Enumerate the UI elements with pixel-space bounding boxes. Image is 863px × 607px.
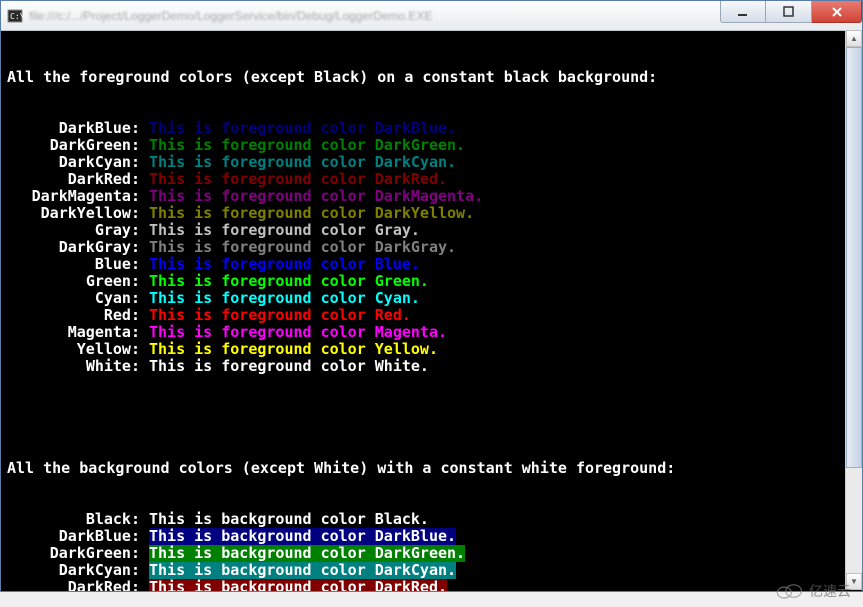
blank-line: [7, 409, 856, 426]
fg-label: Blue:: [7, 256, 140, 273]
fg-label: DarkRed:: [7, 171, 140, 188]
fg-text: This is foreground color DarkGray.: [149, 239, 456, 256]
window-controls: [720, 1, 862, 30]
fg-row-DarkRed: DarkRed: This is foreground color DarkRe…: [7, 171, 856, 188]
fg-row-Blue: Blue: This is foreground color Blue.: [7, 256, 856, 273]
bg-label: DarkCyan:: [7, 562, 140, 579]
bg-text: This is background color Black.: [149, 511, 429, 528]
scroll-track[interactable]: [846, 47, 862, 573]
fg-text: This is foreground color Gray.: [149, 222, 420, 239]
bg-label: DarkRed:: [7, 579, 140, 591]
vertical-scrollbar[interactable]: ▲ ▼: [845, 30, 862, 590]
bg-label: Black:: [7, 511, 140, 528]
fg-text: This is foreground color Blue.: [149, 256, 420, 273]
fg-label: DarkGray:: [7, 239, 140, 256]
bg-label: DarkGreen:: [7, 545, 140, 562]
fg-label: Red:: [7, 307, 140, 324]
fg-text: This is foreground color DarkGreen.: [149, 137, 465, 154]
fg-text: This is foreground color Green.: [149, 273, 429, 290]
fg-label: Magenta:: [7, 324, 140, 341]
bg-row-Black: Black: This is background color Black.: [7, 511, 856, 528]
fg-text: This is foreground color Magenta.: [149, 324, 447, 341]
titlebar: C:\ file:///c:/.../Project/LoggerDemo/Lo…: [1, 1, 862, 31]
console-output: All the foreground colors (except Black)…: [1, 31, 862, 591]
fg-text: This is foreground color DarkMagenta.: [149, 188, 483, 205]
fg-text: This is foreground color Yellow.: [149, 341, 438, 358]
fg-row-Yellow: Yellow: This is foreground color Yellow.: [7, 341, 856, 358]
fg-header: All the foreground colors (except Black)…: [7, 69, 856, 86]
fg-row-DarkBlue: DarkBlue: This is foreground color DarkB…: [7, 120, 856, 137]
bg-section: Black: This is background color Black.Da…: [7, 511, 856, 591]
app-icon: C:\: [7, 8, 23, 24]
bg-row-DarkGreen: DarkGreen: This is background color Dark…: [7, 545, 856, 562]
fg-label: Gray:: [7, 222, 140, 239]
fg-label: Green:: [7, 273, 140, 290]
fg-label: DarkYellow:: [7, 205, 140, 222]
bg-label: DarkBlue:: [7, 528, 140, 545]
bg-row-DarkRed: DarkRed: This is background color DarkRe…: [7, 579, 856, 591]
fg-text: This is foreground color White.: [149, 358, 429, 375]
maximize-button[interactable]: [766, 1, 812, 23]
fg-label: DarkBlue:: [7, 120, 140, 137]
fg-section: DarkBlue: This is foreground color DarkB…: [7, 120, 856, 375]
cloud-icon: [775, 582, 803, 600]
svg-text:C:\: C:\: [10, 12, 23, 21]
fg-label: White:: [7, 358, 140, 375]
bg-text: This is background color DarkBlue.: [149, 528, 456, 545]
window-title: file:///c:/.../Project/LoggerDemo/Logger…: [29, 9, 433, 23]
fg-row-Magenta: Magenta: This is foreground color Magent…: [7, 324, 856, 341]
fg-text: This is foreground color Red.: [149, 307, 411, 324]
scroll-thumb[interactable]: [846, 47, 862, 468]
fg-row-DarkCyan: DarkCyan: This is foreground color DarkC…: [7, 154, 856, 171]
console-window: C:\ file:///c:/.../Project/LoggerDemo/Lo…: [0, 0, 863, 592]
scroll-up-button[interactable]: ▲: [846, 30, 862, 47]
fg-text: This is foreground color Cyan.: [149, 290, 420, 307]
bg-text: This is background color DarkCyan.: [149, 562, 456, 579]
fg-row-Green: Green: This is foreground color Green.: [7, 273, 856, 290]
fg-text: This is foreground color DarkBlue.: [149, 120, 456, 137]
fg-text: This is foreground color DarkRed.: [149, 171, 447, 188]
bg-header: All the background colors (except White)…: [7, 460, 856, 477]
fg-label: DarkCyan:: [7, 154, 140, 171]
fg-row-DarkGreen: DarkGreen: This is foreground color Dark…: [7, 137, 856, 154]
watermark-text: 亿速云: [809, 581, 851, 601]
bg-text: This is background color DarkRed.: [149, 579, 447, 591]
fg-row-DarkMagenta: DarkMagenta: This is foreground color Da…: [7, 188, 856, 205]
fg-label: DarkGreen:: [7, 137, 140, 154]
fg-label: DarkMagenta:: [7, 188, 140, 205]
fg-label: Yellow:: [7, 341, 140, 358]
fg-row-DarkYellow: DarkYellow: This is foreground color Dar…: [7, 205, 856, 222]
close-button[interactable]: [812, 1, 862, 23]
fg-row-Cyan: Cyan: This is foreground color Cyan.: [7, 290, 856, 307]
fg-text: This is foreground color DarkYellow.: [149, 205, 474, 222]
bg-text: This is background color DarkGreen.: [149, 545, 465, 562]
fg-row-Red: Red: This is foreground color Red.: [7, 307, 856, 324]
fg-text: This is foreground color DarkCyan.: [149, 154, 456, 171]
fg-row-DarkGray: DarkGray: This is foreground color DarkG…: [7, 239, 856, 256]
bg-row-DarkBlue: DarkBlue: This is background color DarkB…: [7, 528, 856, 545]
fg-label: Cyan:: [7, 290, 140, 307]
minimize-button[interactable]: [720, 1, 766, 23]
watermark: 亿速云: [775, 581, 851, 601]
fg-row-Gray: Gray: This is foreground color Gray.: [7, 222, 856, 239]
bg-row-DarkCyan: DarkCyan: This is background color DarkC…: [7, 562, 856, 579]
fg-row-White: White: This is foreground color White.: [7, 358, 856, 375]
